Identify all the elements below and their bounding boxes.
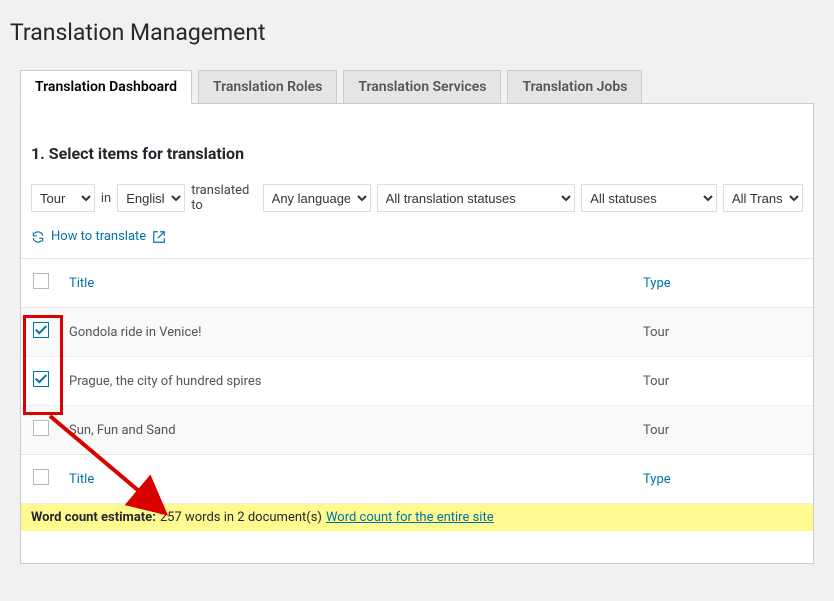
filter-bar: Tour in English translated to Any langua…: [31, 183, 803, 213]
tab-translation-dashboard[interactable]: Translation Dashboard: [20, 70, 192, 104]
filter-translator[interactable]: All Transla: [723, 184, 803, 212]
word-count-value: 257 words in 2 document(s): [160, 510, 322, 525]
tabs: Translation Dashboard Translation Roles …: [20, 70, 814, 104]
external-link-icon: [152, 230, 166, 244]
word-count-bar: Word count estimate: 257 words in 2 docu…: [21, 503, 813, 531]
tab-translation-jobs[interactable]: Translation Jobs: [507, 70, 642, 104]
filter-publish-status[interactable]: All statuses: [581, 184, 717, 212]
section-title: 1. Select items for translation: [31, 144, 803, 163]
tab-translation-roles[interactable]: Translation Roles: [198, 70, 337, 104]
row-title[interactable]: Sun, Fun and Sand: [59, 406, 633, 455]
label-translated-to: translated to: [191, 183, 256, 213]
column-footer-type: Type: [633, 455, 813, 504]
row-type: Tour: [633, 357, 813, 406]
row-type: Tour: [633, 308, 813, 357]
select-all-checkbox[interactable]: [33, 273, 49, 289]
filter-translation-status[interactable]: All translation statuses: [377, 184, 576, 212]
row-checkbox[interactable]: [33, 420, 49, 436]
content-box: 1. Select items for translation Tour in …: [20, 104, 814, 564]
how-to-translate-link[interactable]: How to translate: [31, 229, 803, 244]
page-title: Translation Management: [10, 10, 814, 50]
filter-post-type[interactable]: Tour: [31, 184, 95, 212]
items-table: Title Type Gondola ride in Venice! Tour …: [21, 258, 813, 504]
column-header-title[interactable]: Title: [59, 259, 633, 308]
column-footer-title[interactable]: Title: [59, 455, 633, 504]
table-row: Sun, Fun and Sand Tour: [21, 406, 813, 455]
refresh-icon: [31, 230, 45, 244]
row-title[interactable]: Prague, the city of hundred spires: [59, 357, 633, 406]
filter-target-language[interactable]: Any language: [263, 184, 371, 212]
word-count-site-link[interactable]: Word count for the entire site: [326, 510, 494, 525]
filter-source-language[interactable]: English: [117, 184, 185, 212]
table-row: Gondola ride in Venice! Tour: [21, 308, 813, 357]
tab-translation-services[interactable]: Translation Services: [343, 70, 501, 104]
word-count-label: Word count estimate:: [31, 510, 156, 525]
row-title[interactable]: Gondola ride in Venice!: [59, 308, 633, 357]
table-row: Prague, the city of hundred spires Tour: [21, 357, 813, 406]
how-to-label: How to translate: [51, 229, 146, 244]
select-all-footer-checkbox[interactable]: [33, 469, 49, 485]
row-type: Tour: [633, 406, 813, 455]
column-header-type: Type: [633, 259, 813, 308]
annotation-highlight-box: [23, 315, 63, 415]
label-in: in: [101, 191, 111, 206]
